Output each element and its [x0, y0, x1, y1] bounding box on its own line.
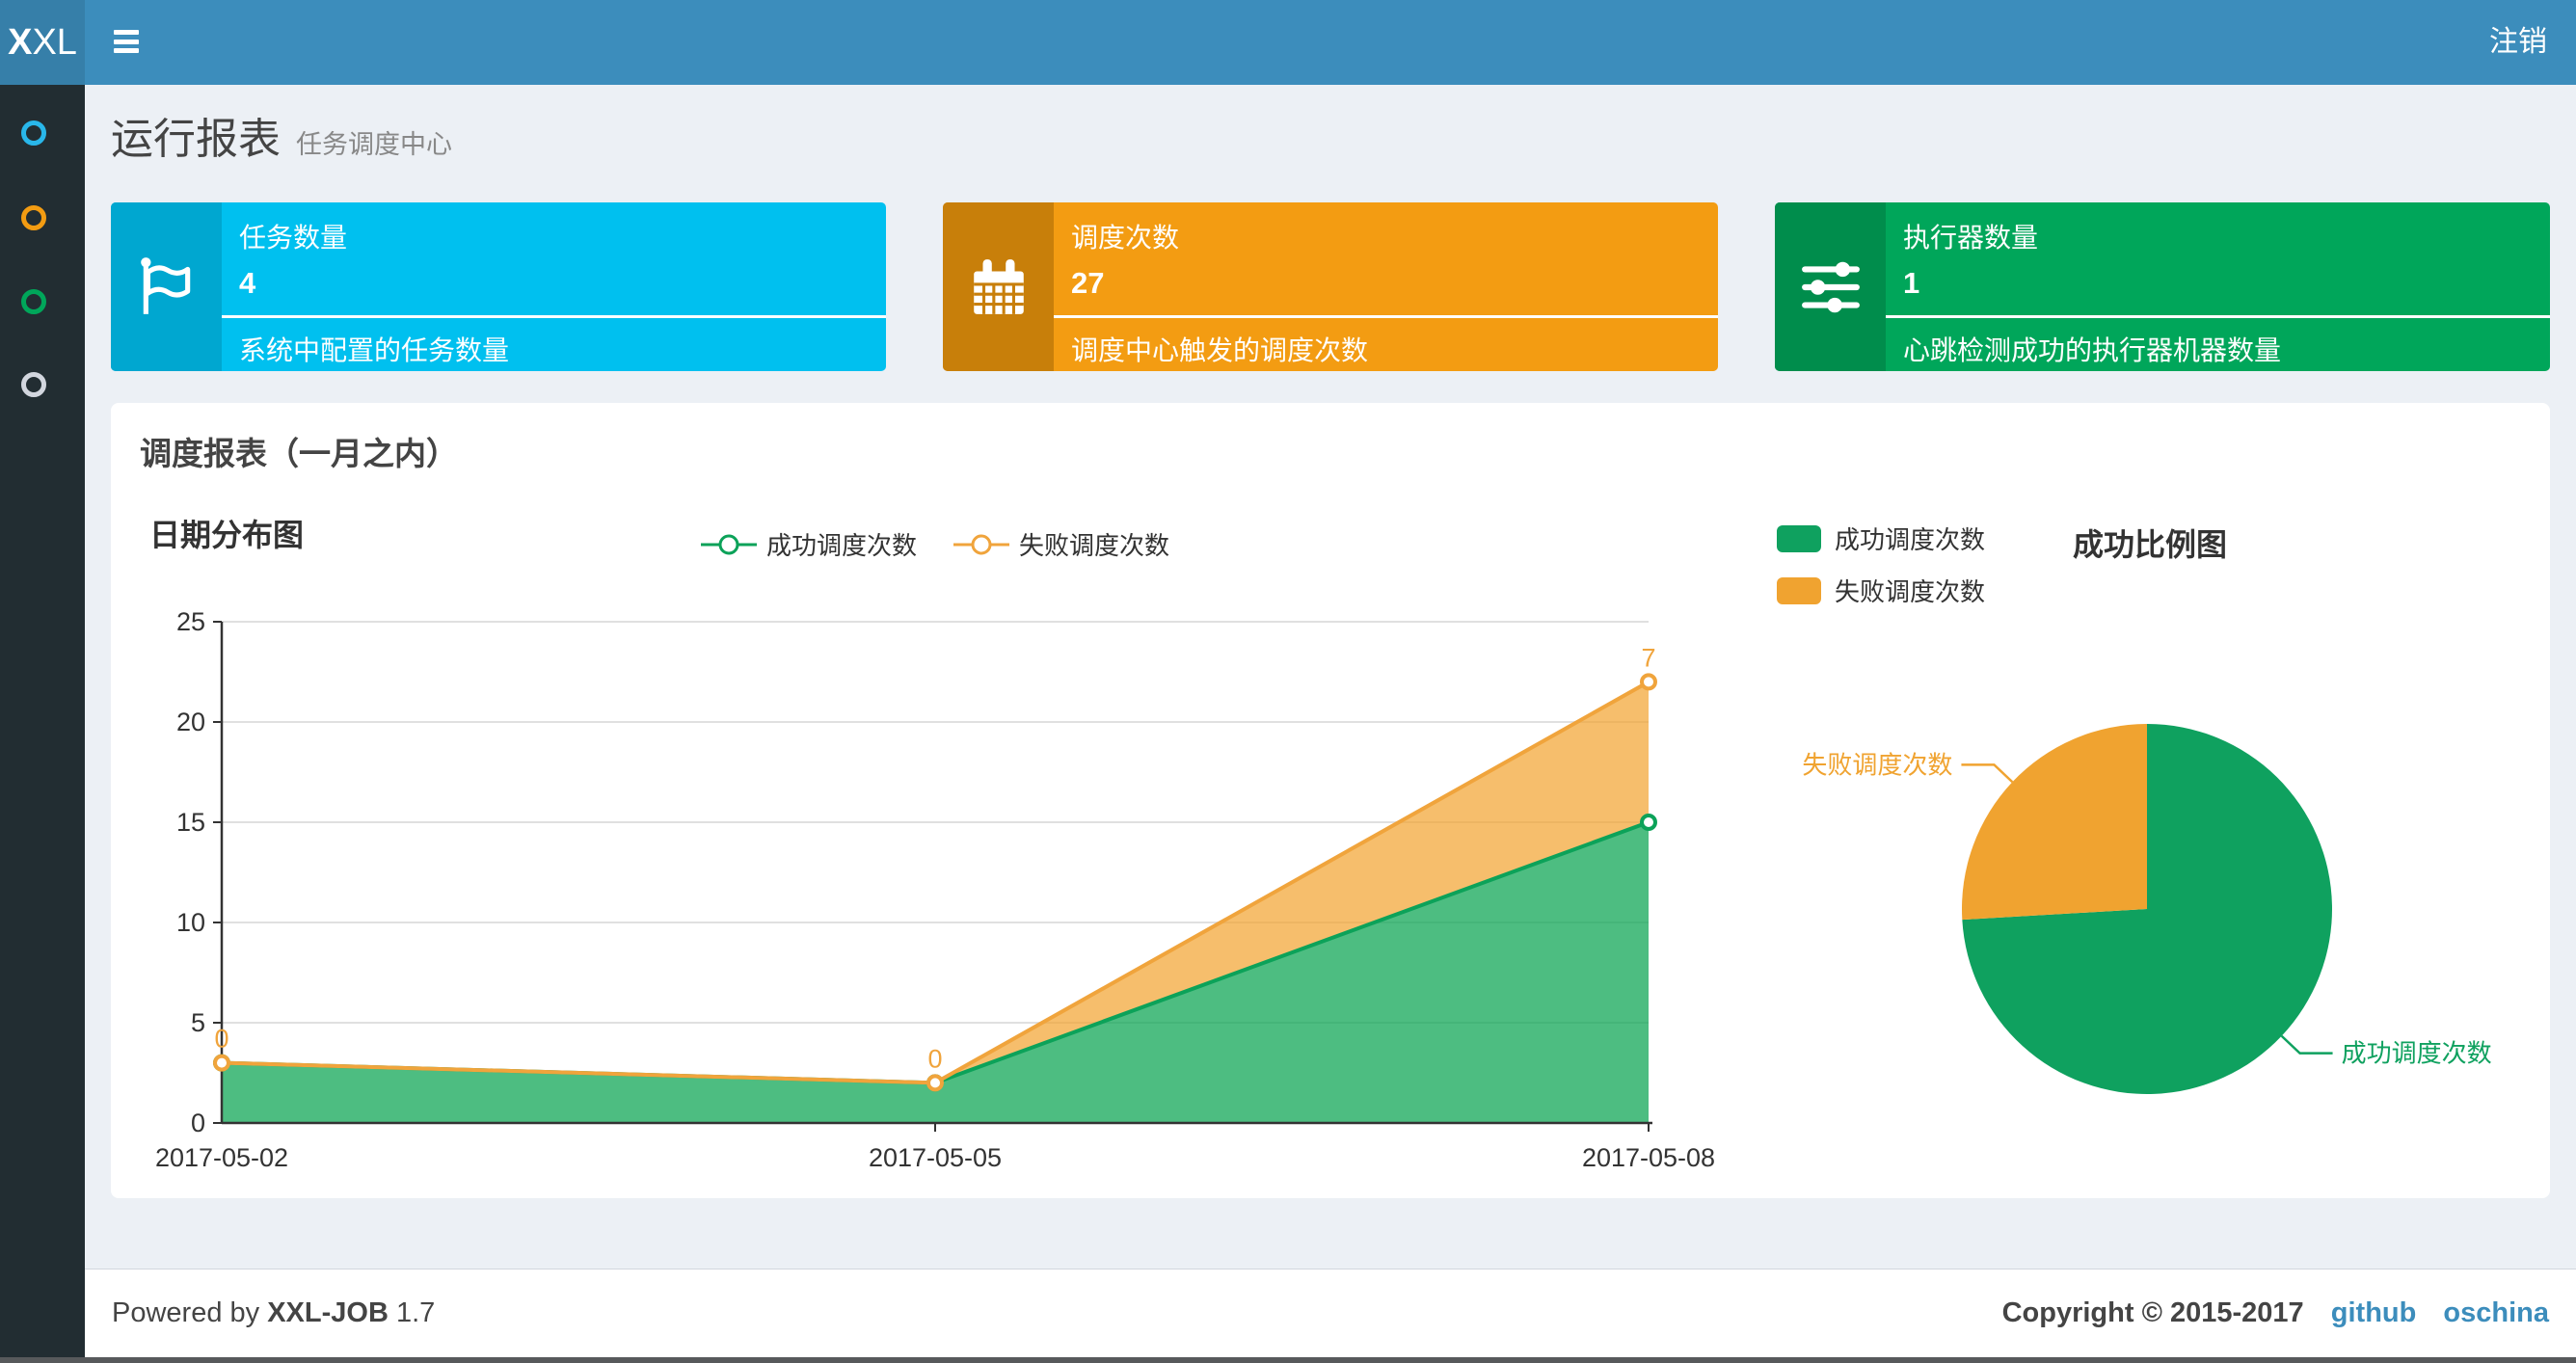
legend-item[interactable]: 失败调度次数 [1777, 573, 1985, 608]
stat-card-value: 27 [1071, 266, 1105, 300]
stat-card-label: 任务数量 [239, 223, 348, 253]
page-header: 运行报表 任务调度中心 [111, 104, 452, 166]
svg-text:20: 20 [176, 708, 205, 736]
powered-by: Powered by XXL-JOB 1.7 [112, 1297, 435, 1329]
product-name: XXL-JOB [267, 1297, 389, 1328]
svg-text:0: 0 [191, 1109, 205, 1137]
powered-prefix: Powered by [112, 1297, 260, 1328]
divider [222, 315, 886, 318]
stat-card-jobs: 任务数量 4 系统中配置的任务数量 [111, 202, 886, 371]
window-bottom-edge [0, 1357, 2576, 1363]
svg-text:0: 0 [214, 1025, 228, 1054]
line-chart-legend[interactable]: 成功调度次数 失败调度次数 [701, 526, 1169, 562]
sliders-icon [1775, 202, 1886, 371]
svg-text:5: 5 [191, 1008, 205, 1037]
svg-text:失败调度次数: 失败调度次数 [1802, 750, 1952, 779]
panel-title: 调度报表（一月之内） [140, 436, 458, 471]
divider [1054, 315, 1718, 318]
svg-text:2017-05-08: 2017-05-08 [1582, 1143, 1715, 1169]
hamburger-menu-icon[interactable] [114, 30, 139, 54]
success-ratio-pie-chart: 成功调度次数 失败调度次数 [1802, 724, 2492, 1094]
app-logo[interactable]: X XL [0, 0, 85, 85]
svg-text:2017-05-02: 2017-05-02 [155, 1143, 288, 1169]
svg-text:25: 25 [176, 607, 205, 636]
sidebar-item-jobs-icon[interactable] [21, 120, 46, 146]
svg-text:7: 7 [1641, 643, 1655, 672]
pie-chart-title: 成功比例图 [2072, 527, 2227, 562]
divider [1886, 315, 2550, 318]
stat-card-label: 执行器数量 [1903, 223, 2039, 253]
legend-item[interactable]: 失败调度次数 [953, 526, 1169, 562]
oschina-link[interactable]: oschina [2443, 1297, 2549, 1328]
stat-card-desc: 调度中心触发的调度次数 [1071, 335, 1369, 365]
stat-card-label: 调度次数 [1071, 223, 1180, 253]
page-title: 运行报表 [111, 116, 281, 163]
stat-cards-row: 任务数量 4 系统中配置的任务数量 调度次数 27 调度中心触发的调度次数 执行… [111, 202, 2550, 371]
copyright-area: Copyright © 2015-2017 github oschina [2002, 1297, 2549, 1329]
logo-text-bold: X [8, 21, 33, 63]
svg-text:10: 10 [176, 908, 205, 937]
top-navbar: X XL 注销 [0, 0, 2576, 85]
logout-link[interactable]: 注销 [2489, 0, 2547, 85]
svg-text:成功调度次数: 成功调度次数 [2342, 1039, 2492, 1068]
stat-card-value: 1 [1903, 266, 1920, 300]
logo-text-light: XL [32, 21, 77, 63]
stat-card-value: 4 [239, 266, 256, 300]
page-subtitle: 任务调度中心 [296, 130, 452, 159]
product-version: 1.7 [395, 1297, 436, 1328]
legend-item[interactable]: 成功调度次数 [701, 526, 917, 562]
main-footer: Powered by XXL-JOB 1.7 Copyright © 2015-… [85, 1269, 2576, 1357]
copyright-text: Copyright © 2015-2017 [2001, 1297, 2304, 1328]
svg-text:2017-05-05: 2017-05-05 [869, 1143, 1002, 1169]
sidebar-item-schedule-icon[interactable] [21, 205, 46, 230]
github-link[interactable]: github [2331, 1297, 2417, 1328]
line-chart-title: 日期分布图 [149, 518, 305, 552]
sidebar [0, 85, 85, 1363]
date-distribution-chart: 05101520252017-05-02 2017-05-05 2017-05-08… [155, 607, 1715, 1169]
flag-icon [111, 202, 222, 371]
svg-text:0: 0 [927, 1044, 942, 1073]
stat-card-triggers: 调度次数 27 调度中心触发的调度次数 [943, 202, 1718, 371]
stat-card-executors: 执行器数量 1 心跳检测成功的执行器机器数量 [1775, 202, 2550, 371]
stat-card-desc: 心跳检测成功的执行器机器数量 [1903, 335, 2282, 365]
schedule-report-panel: 调度报表（一月之内） 日期分布图 成功调度次数 失败调度次数 0 5 10 15 20 25… [111, 403, 2550, 1198]
sidebar-item-executors-icon[interactable] [21, 289, 46, 314]
svg-text:15: 15 [176, 808, 205, 837]
sidebar-item-other-icon[interactable] [21, 372, 46, 397]
stat-card-desc: 系统中配置的任务数量 [239, 335, 510, 365]
calendar-icon [943, 202, 1054, 371]
